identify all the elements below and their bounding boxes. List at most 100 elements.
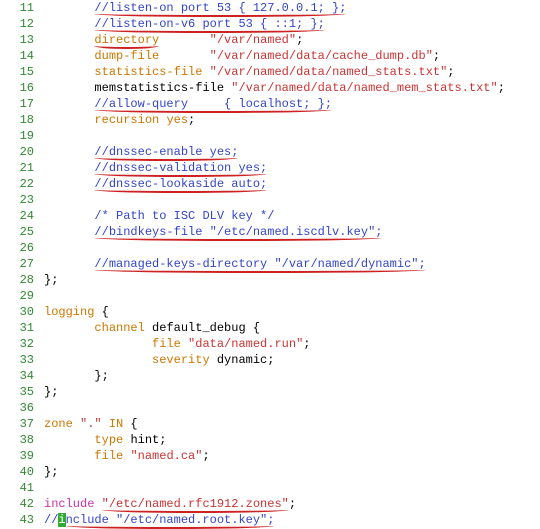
- line-number: 25: [0, 224, 34, 240]
- code-line[interactable]: statistics-file "/var/named/data/named_s…: [44, 64, 540, 80]
- line-number: 37: [0, 416, 34, 432]
- code-line[interactable]: recursion yes;: [44, 112, 540, 128]
- code-token: ;: [303, 337, 310, 351]
- code-token: };: [94, 369, 108, 383]
- code-token: directory: [94, 33, 159, 49]
- code-token: "/var/named/data/cache_dump.db": [210, 49, 433, 63]
- code-line[interactable]: [44, 400, 540, 416]
- line-gutter: 1112131415161718192021222324252627282930…: [0, 0, 40, 528]
- line-number: 34: [0, 368, 34, 384]
- code-line[interactable]: [44, 192, 540, 208]
- code-token: ;: [289, 497, 296, 511]
- code-token: [145, 321, 152, 335]
- code-line[interactable]: //dnssec-lookaside auto;: [44, 176, 540, 192]
- code-line[interactable]: [44, 240, 540, 256]
- code-token: [159, 49, 209, 63]
- code-line[interactable]: memstatistics-file "/var/named/data/name…: [44, 80, 540, 96]
- code-token: ;: [202, 449, 209, 463]
- code-token: ;: [433, 49, 440, 63]
- code-token: zone: [44, 417, 73, 431]
- code-token: [202, 65, 209, 79]
- code-line[interactable]: //listen-on-v6 port 53 { ::1; };: [44, 16, 540, 32]
- code-token: file: [94, 449, 123, 463]
- code-token: [102, 417, 109, 431]
- code-line[interactable]: file "data/named.run";: [44, 336, 540, 352]
- code-token: };: [44, 273, 58, 287]
- code-token: include: [44, 497, 94, 511]
- code-line[interactable]: };: [44, 464, 540, 480]
- code-token: IN: [109, 417, 123, 431]
- code-line[interactable]: severity dynamic;: [44, 352, 540, 368]
- code-token: ;: [188, 113, 195, 127]
- code-line[interactable]: //include "/etc/named.root.key";: [44, 512, 540, 528]
- code-token: type: [94, 433, 123, 447]
- code-line[interactable]: /* Path to ISC DLV key */: [44, 208, 540, 224]
- line-number: 38: [0, 432, 34, 448]
- code-token: "/var/named": [210, 33, 296, 47]
- code-token: [44, 65, 94, 79]
- code-token: statistics-file: [94, 65, 202, 79]
- code-token: [159, 33, 209, 47]
- code-token: ;: [498, 81, 505, 95]
- code-line[interactable]: //managed-keys-directory "/var/named/dyn…: [44, 256, 540, 272]
- code-token: ".": [80, 417, 102, 431]
- line-number: 11: [0, 0, 34, 16]
- code-token: //managed-keys-directory "/var/named/dyn…: [94, 257, 425, 273]
- code-line[interactable]: type hint;: [44, 432, 540, 448]
- code-line[interactable]: //dnssec-validation yes;: [44, 160, 540, 176]
- code-token: //dnssec-enable yes;: [94, 145, 238, 161]
- code-line[interactable]: };: [44, 368, 540, 384]
- line-number: 26: [0, 240, 34, 256]
- code-token: };: [44, 385, 58, 399]
- code-line[interactable]: //bindkeys-file "/etc/named.iscdlv.key";: [44, 224, 540, 240]
- code-token: [44, 257, 94, 271]
- code-token: dump-file: [94, 49, 159, 63]
- code-editor: 1112131415161718192021222324252627282930…: [0, 0, 540, 528]
- code-line[interactable]: file "named.ca";: [44, 448, 540, 464]
- code-line[interactable]: };: [44, 272, 540, 288]
- line-number: 13: [0, 32, 34, 48]
- line-number: 27: [0, 256, 34, 272]
- code-area[interactable]: //listen-on port 53 { 127.0.0.1; }; //li…: [40, 0, 540, 528]
- code-token: yes: [166, 113, 188, 127]
- code-token: "/var/named/data/named_stats.txt": [210, 65, 448, 79]
- code-token: [44, 113, 94, 127]
- code-line[interactable]: directory "/var/named";: [44, 32, 540, 48]
- code-line[interactable]: zone "." IN {: [44, 416, 540, 432]
- code-token: "data/named.run": [188, 337, 303, 351]
- code-line[interactable]: logging {: [44, 304, 540, 320]
- code-line[interactable]: //dnssec-enable yes;: [44, 144, 540, 160]
- code-token: //dnssec-lookaside auto;: [94, 177, 267, 193]
- line-number: 15: [0, 64, 34, 80]
- code-line[interactable]: [44, 480, 540, 496]
- code-line[interactable]: channel default_debug {: [44, 320, 540, 336]
- code-line[interactable]: [44, 128, 540, 144]
- code-line[interactable]: include "/etc/named.rfc1912.zones";: [44, 496, 540, 512]
- code-token: [44, 353, 152, 367]
- code-token: [44, 209, 94, 223]
- code-token: dynamic;: [217, 353, 275, 367]
- code-token: [210, 353, 217, 367]
- code-line[interactable]: [44, 288, 540, 304]
- code-token: {: [123, 417, 137, 431]
- line-number: 23: [0, 192, 34, 208]
- line-number: 31: [0, 320, 34, 336]
- code-line[interactable]: dump-file "/var/named/data/cache_dump.db…: [44, 48, 540, 64]
- code-token: [44, 145, 94, 159]
- code-line[interactable]: };: [44, 384, 540, 400]
- code-token: [44, 97, 94, 111]
- code-token: /* Path to ISC DLV key */: [94, 209, 274, 223]
- line-number: 33: [0, 352, 34, 368]
- line-number: 18: [0, 112, 34, 128]
- code-line[interactable]: //allow-query { localhost; };: [44, 96, 540, 112]
- code-line[interactable]: //listen-on port 53 { 127.0.0.1; };: [44, 0, 540, 16]
- code-token: channel: [94, 321, 144, 335]
- code-token: [44, 369, 94, 383]
- code-token: //listen-on-v6 port 53 { ::1; };: [94, 17, 324, 33]
- code-token: i: [58, 513, 65, 527]
- code-token: ;: [447, 65, 454, 79]
- code-token: [181, 337, 188, 351]
- code-token: nclude "/etc/named.root.key";: [66, 513, 275, 529]
- code-token: [94, 497, 101, 511]
- line-number: 41: [0, 480, 34, 496]
